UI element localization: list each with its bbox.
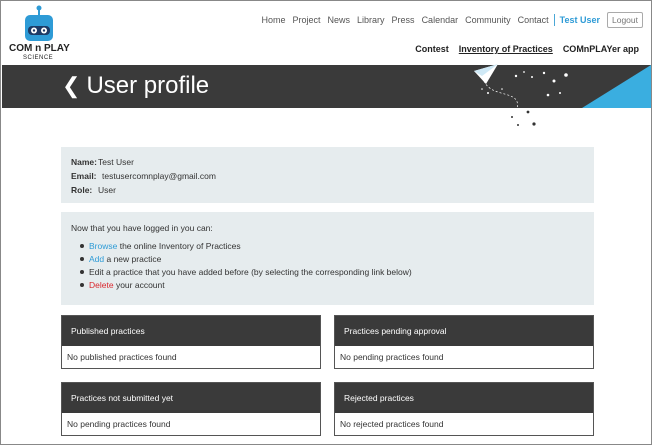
card-title: Practices not submitted yet [62, 383, 320, 413]
nav-contact[interactable]: Contact [518, 15, 549, 25]
actions-panel: Now that you have logged in you can: Bro… [61, 212, 594, 305]
rejected-practices-card: Rejected practices No rejected practices… [334, 382, 594, 436]
name-label: Name: [71, 157, 97, 167]
card-empty-message: No pending practices found [62, 413, 320, 435]
card-title: Rejected practices [335, 383, 593, 413]
page-title-text: User profile [86, 72, 210, 99]
profile-info-panel: Name: Test User Email: testusercomnplay@… [61, 147, 594, 203]
robot-logo-icon [25, 5, 53, 41]
logout-button[interactable]: Logout [607, 12, 643, 28]
nav-news[interactable]: News [328, 15, 351, 25]
profile-email-row: Email: testusercomnplay@gmail.com [71, 171, 584, 181]
top-navigation: Home Project News Library Press Calendar… [254, 12, 643, 28]
brand-subtitle: SCIENCE [23, 55, 54, 61]
edit-text: Edit a practice that you have added befo… [89, 267, 412, 277]
nav-contest[interactable]: Contest [415, 44, 449, 54]
page-title: ❮ User profile [62, 72, 209, 100]
nav-calendar[interactable]: Calendar [422, 15, 459, 25]
card-empty-message: No pending practices found [335, 346, 593, 368]
actions-list: Browse the online Inventory of Practices… [80, 241, 584, 290]
not-submitted-practices-card: Practices not submitted yet No pending p… [61, 382, 321, 436]
nav-press[interactable]: Press [392, 15, 415, 25]
email-label: Email: [71, 171, 97, 181]
chevron-left-icon[interactable]: ❮ [62, 73, 80, 99]
role-value: User [98, 185, 116, 195]
name-value: Test User [98, 157, 134, 167]
nav-inventory-of-practices[interactable]: Inventory of Practices [459, 44, 553, 54]
nav-divider [553, 14, 555, 26]
delete-text: your account [113, 280, 165, 290]
role-label: Role: [71, 185, 93, 195]
action-add: Add a new practice [80, 254, 584, 264]
delete-account-link[interactable]: Delete [89, 280, 114, 290]
nav-community[interactable]: Community [465, 15, 511, 25]
profile-role-row: Role: User [71, 185, 584, 195]
site-logo[interactable]: COM n PLAY SCIENCE [9, 5, 70, 63]
card-empty-message: No published practices found [62, 346, 320, 368]
profile-name-row: Name: Test User [71, 157, 584, 167]
secondary-navigation: Contest Inventory of Practices COMnPLAYe… [405, 44, 639, 54]
nav-home[interactable]: Home [261, 15, 285, 25]
published-practices-card: Published practices No published practic… [61, 315, 321, 369]
browse-text: the online Inventory of Practices [117, 241, 241, 251]
pending-practices-card: Practices pending approval No pending pr… [334, 315, 594, 369]
paper-plane-decoration-icon [474, 64, 651, 126]
add-text: a new practice [104, 254, 162, 264]
current-user-link[interactable]: Test User [560, 15, 600, 25]
email-value: testusercomnplay@gmail.com [102, 171, 216, 181]
nav-library[interactable]: Library [357, 15, 385, 25]
nav-comnplayer-app[interactable]: COMnPLAYer app [563, 44, 639, 54]
card-title: Published practices [62, 316, 320, 346]
action-browse: Browse the online Inventory of Practices [80, 241, 584, 251]
nav-project[interactable]: Project [293, 15, 321, 25]
action-delete: Delete your account [80, 280, 584, 290]
add-link[interactable]: Add [89, 254, 104, 264]
page-banner: ❮ User profile [2, 64, 651, 126]
card-empty-message: No rejected practices found [335, 413, 593, 435]
card-title: Practices pending approval [335, 316, 593, 346]
brand-name: COM n PLAY [9, 43, 70, 54]
actions-intro: Now that you have logged in you can: [71, 223, 213, 233]
action-edit: Edit a practice that you have added befo… [80, 267, 584, 277]
browse-link[interactable]: Browse [89, 241, 117, 251]
